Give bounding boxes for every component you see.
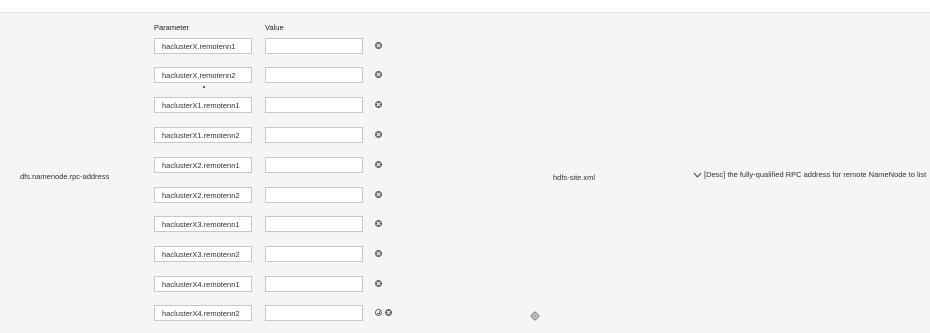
key-value-pair: haclusterX.remotenn1 [0, 38, 420, 56]
parameter-key-input[interactable]: haclusterX4.remotenn1 [154, 276, 252, 292]
close-circle-icon[interactable] [375, 42, 382, 49]
close-circle-icon[interactable] [375, 101, 382, 108]
key-value-pair: haclusterX4.remotenn2 [0, 305, 420, 323]
parameter-value-input[interactable] [265, 276, 363, 292]
column-header-value: Value [265, 23, 284, 32]
parameter-value-input[interactable] [265, 187, 363, 203]
close-circle-icon[interactable] [375, 250, 382, 257]
column-header-parameter: Parameter [154, 23, 190, 32]
close-circle-icon[interactable] [375, 161, 382, 168]
parameter-value-input[interactable] [265, 246, 363, 262]
close-circle-icon[interactable] [385, 309, 392, 316]
key-value-pair: haclusterX2.remotenn1 [0, 157, 420, 175]
key-value-pair: haclusterX3.remotenn2 [0, 246, 420, 264]
add-circle-icon[interactable] [375, 309, 382, 316]
parameter-value-input[interactable] [265, 127, 363, 143]
parameter-key-input[interactable]: haclusterX.remotenn2 [154, 67, 252, 83]
parameter-key-input[interactable]: haclusterX.remotenn1 [154, 38, 252, 54]
parameter-key-input[interactable]: haclusterX1.remotenn1 [154, 97, 252, 113]
parameter-key-input[interactable]: haclusterX2.remotenn1 [154, 157, 252, 173]
description-text: [Desc] the fully-qualified RPC address f… [704, 170, 927, 179]
parameter-value-input[interactable] [265, 67, 363, 83]
key-value-pair: haclusterX.remotenn2 [0, 67, 420, 85]
gear-icon[interactable] [530, 311, 540, 321]
parameter-value-input[interactable] [265, 157, 363, 173]
description-toggle[interactable]: [Desc] the fully-qualified RPC address f… [693, 170, 930, 182]
chevron-down-icon [693, 172, 702, 178]
key-value-pair: haclusterX2.remotenn2 [0, 187, 420, 205]
parameter-value-input[interactable] [265, 38, 363, 54]
close-circle-icon[interactable] [375, 71, 382, 78]
key-value-pair: haclusterX1.remotenn1 [0, 97, 420, 115]
config-file-name: hdfs-site.xml [553, 173, 596, 182]
cursor-dot [203, 86, 205, 88]
parameter-value-input[interactable] [265, 305, 363, 321]
parameter-value-input[interactable] [265, 216, 363, 232]
key-value-pair: haclusterX4.remotenn1 [0, 276, 420, 294]
close-circle-icon[interactable] [375, 131, 382, 138]
parameter-key-input[interactable]: haclusterX3.remotenn2 [154, 246, 252, 262]
close-circle-icon[interactable] [375, 280, 382, 287]
parameter-value-input[interactable] [265, 97, 363, 113]
close-circle-icon[interactable] [375, 220, 382, 227]
key-value-pair: haclusterX1.remotenn2 [0, 127, 420, 145]
parameter-key-input[interactable]: haclusterX1.remotenn2 [154, 127, 252, 143]
close-circle-icon[interactable] [375, 191, 382, 198]
parameter-key-input[interactable]: haclusterX4.remotenn2 [154, 305, 252, 321]
parameter-key-input[interactable]: haclusterX2.remotenn2 [154, 187, 252, 203]
key-value-pair: haclusterX3.remotenn1 [0, 216, 420, 234]
parameter-key-input[interactable]: haclusterX3.remotenn1 [154, 216, 252, 232]
